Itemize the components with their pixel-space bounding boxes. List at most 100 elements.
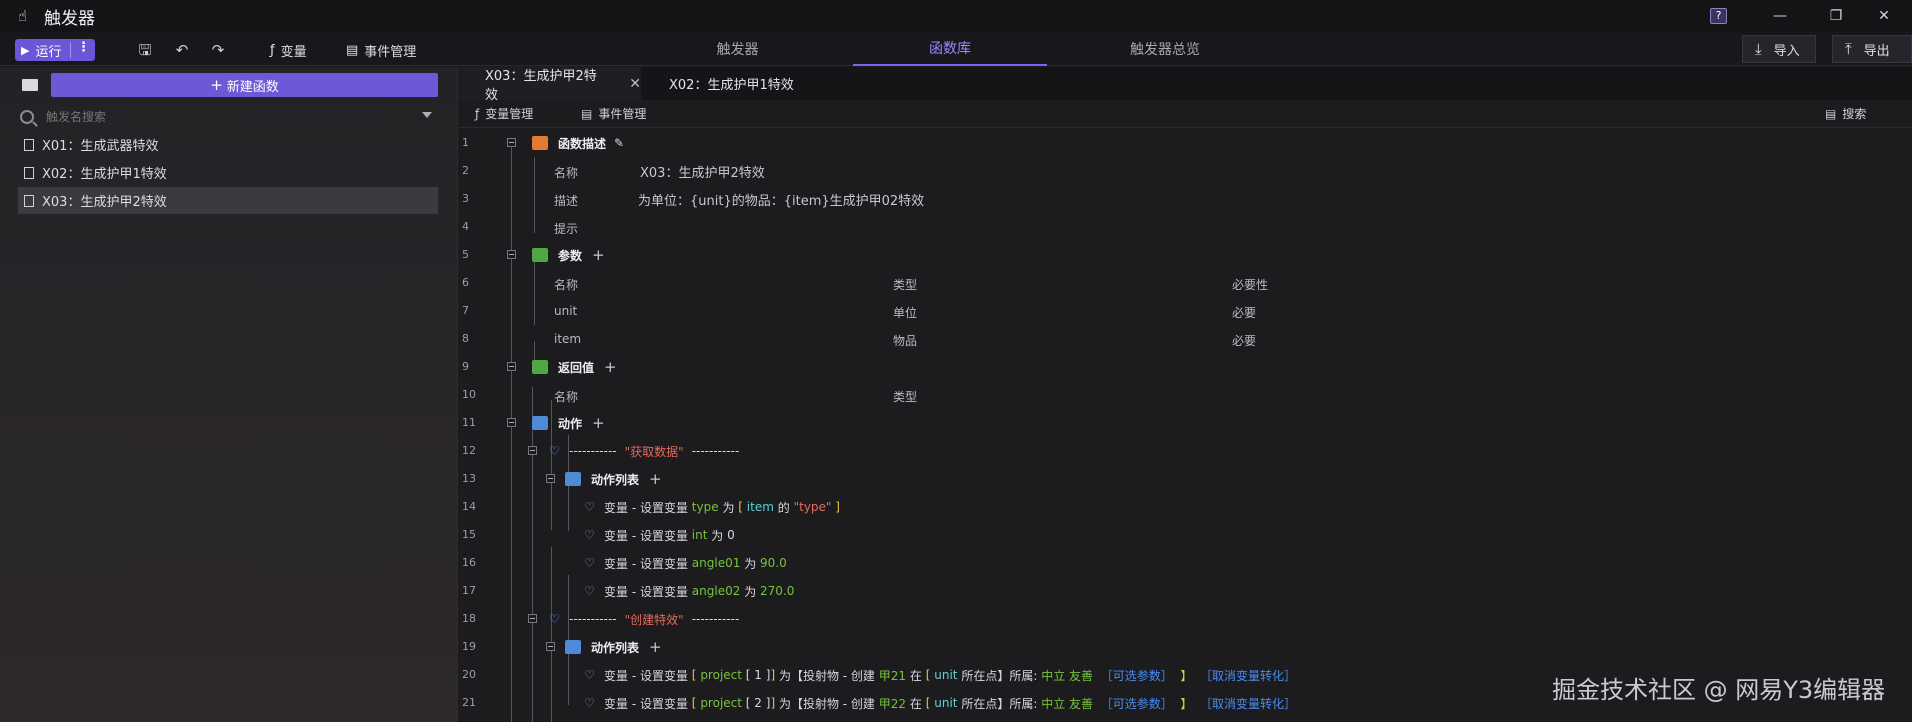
variable-name[interactable]: angle01 <box>692 556 741 570</box>
code-line-3[interactable]: 3 描述 为单位：{unit}的物品：{item}生成护甲02特效 <box>459 185 1912 213</box>
undo-icon[interactable]: ↶ <box>172 40 192 60</box>
code-line-17[interactable]: 17 ♡ 变量 - 设置变量 angle02 为 270.0 <box>459 577 1912 605</box>
line-number: 17 <box>462 584 476 597</box>
value[interactable]: 友善 <box>1069 695 1093 712</box>
list-item[interactable]: X02：生成护甲1特效 <box>18 159 438 186</box>
code-line-10[interactable]: 10 名称 类型 <box>459 381 1912 409</box>
minimize-icon[interactable]: — <box>1752 0 1808 32</box>
param-ref[interactable]: unit <box>934 668 957 682</box>
optional-params-link[interactable]: ［可选参数］ <box>1101 667 1173 684</box>
import-button[interactable]: ⤓ 导入 <box>1742 35 1816 63</box>
value[interactable]: 270.0 <box>760 584 794 598</box>
code-line-13[interactable]: 13 动作列表 + <box>459 465 1912 493</box>
collapse-toggle[interactable] <box>528 446 537 455</box>
save-icon[interactable]: 🖫 <box>135 40 155 60</box>
event-manager-button[interactable]: ▤ 事件管理 <box>581 105 646 122</box>
param-name[interactable]: unit <box>554 304 577 318</box>
add-action-icon[interactable]: + <box>649 470 662 488</box>
add-action-icon[interactable]: + <box>649 638 662 656</box>
variable-manager-button[interactable]: ƒ 变量管理 <box>475 105 533 122</box>
code-line-15[interactable]: 15 ♡ 变量 - 设置变量 int 为 0 <box>459 521 1912 549</box>
value[interactable]: 甲21 <box>879 667 906 684</box>
value[interactable]: 0 <box>727 528 735 542</box>
line-number: 5 <box>462 248 469 261</box>
collapse-toggle[interactable] <box>546 642 555 651</box>
close-icon[interactable]: ✕ <box>629 76 641 92</box>
collapse-toggle[interactable] <box>507 138 516 147</box>
run-label: 运行 <box>35 44 62 60</box>
param-type[interactable]: 单位 <box>893 304 917 321</box>
code-line-11[interactable]: 11 动作 + <box>459 409 1912 437</box>
code-line-8[interactable]: 8 item 物品 必要 <box>459 325 1912 353</box>
param-type[interactable]: 物品 <box>893 332 917 349</box>
run-button[interactable]: ▶ 运行 ⋮ <box>15 39 95 61</box>
cancel-convert-link[interactable]: ［取消变量转化］ <box>1200 695 1296 712</box>
variable-name[interactable]: project <box>700 696 742 710</box>
string-value[interactable]: "type" <box>794 500 832 514</box>
collapse-toggle[interactable] <box>507 250 516 259</box>
name-value[interactable]: X03：生成护甲2特效 <box>640 162 765 181</box>
value[interactable]: 甲22 <box>879 695 906 712</box>
variable-name[interactable]: angle02 <box>692 584 741 598</box>
code-line-5[interactable]: 5 参数 + <box>459 241 1912 269</box>
editor-tab-x02[interactable]: X02：生成护甲1特效 <box>641 67 801 100</box>
optional-params-link[interactable]: ［可选参数］ <box>1101 695 1173 712</box>
list-item[interactable]: X01：生成武器特效 <box>18 131 438 158</box>
param-name[interactable]: item <box>554 332 581 346</box>
code-line-18[interactable]: 18 ♡ ----------- "创建特效" ----------- <box>459 605 1912 633</box>
collapse-toggle[interactable] <box>546 474 555 483</box>
value[interactable]: 90.0 <box>760 556 787 570</box>
collapse-toggle[interactable] <box>528 614 537 623</box>
add-param-icon[interactable]: + <box>592 246 605 264</box>
code-line-14[interactable]: 14 ♡ 变量 - 设置变量 type 为 [ item 的 "type" ] <box>459 493 1912 521</box>
variable-name[interactable]: type <box>692 500 719 514</box>
edit-icon[interactable]: ✎ <box>614 136 624 150</box>
variable-name[interactable]: project <box>700 668 742 682</box>
run-separator <box>70 42 71 58</box>
list-item[interactable]: X03：生成护甲2特效 <box>18 187 438 214</box>
more-icon[interactable]: ⋮ <box>77 40 90 55</box>
events-button[interactable]: ▤ 事件管理 <box>346 40 416 60</box>
param-ref[interactable]: unit <box>934 696 957 710</box>
desc-value[interactable]: 为单位：{unit}的物品：{item}生成护甲02特效 <box>638 190 924 209</box>
tab-trigger[interactable]: 触发器 <box>660 32 815 66</box>
help-icon[interactable]: ? <box>1710 8 1727 24</box>
code-line-9[interactable]: 9 返回值 + <box>459 353 1912 381</box>
code-line-1[interactable]: 1 函数描述 ✎ <box>459 129 1912 157</box>
add-action-icon[interactable]: + <box>592 414 605 432</box>
add-return-icon[interactable]: + <box>604 358 617 376</box>
code-line-6[interactable]: 6 名称 类型 必要性 <box>459 269 1912 297</box>
code-line-19[interactable]: 19 动作列表 + <box>459 633 1912 661</box>
value[interactable]: 友善 <box>1069 667 1093 684</box>
search-button[interactable]: ▤ 搜索 <box>1825 105 1866 122</box>
code-line-16[interactable]: 16 ♡ 变量 - 设置变量 angle01 为 90.0 <box>459 549 1912 577</box>
param-ref[interactable]: item <box>747 500 774 514</box>
param-required[interactable]: 必要 <box>1232 304 1256 321</box>
collapse-toggle[interactable] <box>507 362 516 371</box>
action-text: 变量 - 设置变量 <box>604 500 688 515</box>
value[interactable]: 中立 <box>1041 667 1065 684</box>
editor-tab-x03[interactable]: X03：生成护甲2特效 ✕ <box>459 67 641 103</box>
param-required[interactable]: 必要 <box>1232 332 1256 349</box>
index[interactable]: [ 2 ] <box>746 696 771 710</box>
new-function-button[interactable]: + 新建函数 <box>51 73 438 97</box>
index[interactable]: [ 1 ] <box>746 668 771 682</box>
tab-function-library[interactable]: 函数库 <box>853 32 1047 66</box>
search-input[interactable] <box>46 110 406 124</box>
collapse-toggle[interactable] <box>507 418 516 427</box>
export-button[interactable]: ⤒ 导出 <box>1832 35 1912 63</box>
redo-icon[interactable]: ↷ <box>208 40 228 60</box>
tab-trigger-overview[interactable]: 触发器总览 <box>1090 32 1240 66</box>
variables-button[interactable]: ƒ 变量 <box>270 40 307 60</box>
close-icon[interactable]: ✕ <box>1856 0 1912 32</box>
code-line-4[interactable]: 4 提示 <box>459 213 1912 241</box>
code-line-12[interactable]: 12 ♡ ----------- "获取数据" ----------- <box>459 437 1912 465</box>
cancel-convert-link[interactable]: ［取消变量转化］ <box>1200 667 1296 684</box>
chevron-down-icon[interactable] <box>422 112 432 118</box>
code-line-2[interactable]: 2 名称 X03：生成护甲2特效 <box>459 157 1912 185</box>
folder-icon[interactable] <box>22 79 38 91</box>
hand-icon: ☝ <box>18 7 28 25</box>
value[interactable]: 中立 <box>1041 695 1065 712</box>
code-line-7[interactable]: 7 unit 单位 必要 <box>459 297 1912 325</box>
variable-name[interactable]: int <box>692 528 708 542</box>
